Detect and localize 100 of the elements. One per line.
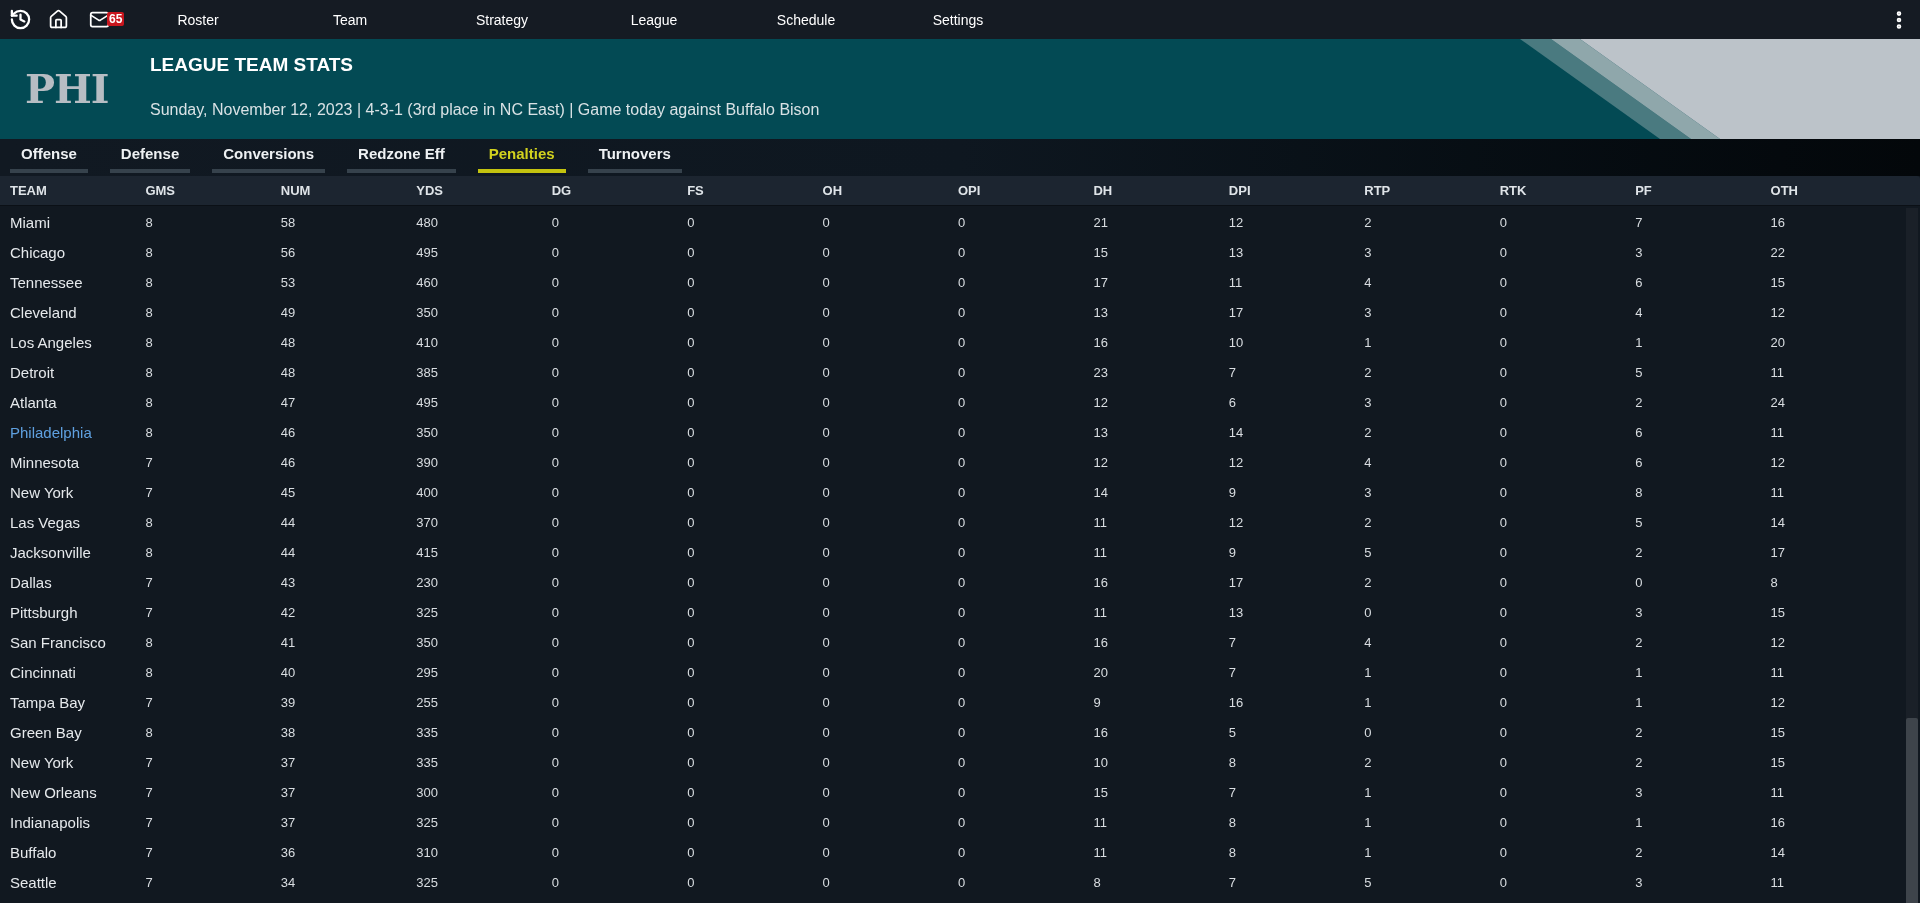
team-name[interactable]: Pittsburgh xyxy=(10,604,78,622)
team-name[interactable]: New Orleans xyxy=(10,784,97,802)
stat-value: 7 xyxy=(145,605,153,621)
column-header[interactable]: OPI xyxy=(958,182,981,199)
stat-value: 0 xyxy=(1499,755,1507,771)
team-name[interactable]: San Francisco xyxy=(10,634,106,652)
nav-link[interactable]: League xyxy=(578,9,730,30)
column-header[interactable]: RTP xyxy=(1364,182,1391,199)
stat-value: 230 xyxy=(416,575,438,591)
stat-value: 11 xyxy=(1770,485,1785,501)
stat-value: 400 xyxy=(416,485,438,501)
stat-value: 7 xyxy=(145,815,153,831)
stat-value: 58 xyxy=(280,215,296,231)
team-name[interactable]: Minnesota xyxy=(10,454,80,472)
stat-value: 0 xyxy=(687,515,695,531)
stat-value: 11 xyxy=(1093,605,1107,621)
stat-value: 0 xyxy=(958,335,966,351)
team-name[interactable]: Chicago xyxy=(10,244,66,262)
home-icon[interactable] xyxy=(48,9,69,30)
stat-value: 49 xyxy=(280,305,296,321)
team-name[interactable]: Buffalo xyxy=(10,844,57,862)
team-name[interactable]: Dallas xyxy=(10,574,52,592)
stat-value: 0 xyxy=(822,305,830,321)
column-header[interactable]: OTH xyxy=(1770,182,1798,199)
team-name[interactable]: Tampa Bay xyxy=(10,694,86,712)
stat-value: 0 xyxy=(958,635,966,651)
stat-value: 45 xyxy=(280,485,296,501)
stat-value: 47 xyxy=(280,395,296,411)
nav-link[interactable]: Roster xyxy=(122,9,274,30)
stat-value: 0 xyxy=(687,455,695,471)
nav-link[interactable]: Strategy xyxy=(426,9,578,30)
stat-value: 0 xyxy=(1499,545,1507,561)
stat-value: 12 xyxy=(1228,515,1244,531)
stat-value: 3 xyxy=(1635,875,1643,891)
team-name[interactable]: Green Bay xyxy=(10,724,82,742)
stat-value: 385 xyxy=(416,365,438,381)
team-name[interactable]: New York xyxy=(10,754,74,772)
team-name[interactable]: Philadelphia xyxy=(10,424,92,442)
stat-value: 2 xyxy=(1635,725,1643,741)
column-header[interactable]: DPI xyxy=(1228,182,1251,199)
nav-link[interactable]: Settings xyxy=(882,9,1034,30)
column-header[interactable]: FS xyxy=(687,182,704,199)
column-header[interactable]: YDS xyxy=(416,182,443,199)
stat-value: 0 xyxy=(1499,665,1507,681)
stat-value: 390 xyxy=(416,455,438,471)
team-name[interactable]: Jacksonville xyxy=(10,544,91,562)
nav-link[interactable]: Schedule xyxy=(730,9,882,30)
team-name[interactable]: Atlanta xyxy=(10,394,57,412)
stat-value: 11 xyxy=(1770,785,1785,801)
stat-value: 3 xyxy=(1364,245,1372,261)
mail-icon[interactable] xyxy=(89,9,110,30)
stat-value: 11 xyxy=(1770,425,1785,441)
stat-value: 0 xyxy=(1499,845,1507,861)
stat-value: 0 xyxy=(687,425,695,441)
column-header[interactable]: DH xyxy=(1093,182,1113,199)
column-header[interactable]: GMS xyxy=(145,182,176,199)
team-name[interactable]: Indianapolis xyxy=(10,814,91,832)
stat-value: 4 xyxy=(1364,635,1372,651)
scrollbar[interactable] xyxy=(1906,208,1918,903)
team-name[interactable]: Las Vegas xyxy=(10,514,81,532)
team-name[interactable]: Seattle xyxy=(10,874,57,892)
stat-value: 13 xyxy=(1093,305,1108,321)
team-name[interactable]: New York xyxy=(10,484,74,502)
stat-value: 0 xyxy=(822,395,830,411)
column-header[interactable]: DG xyxy=(551,182,572,199)
stat-value: 0 xyxy=(822,335,830,351)
stat-value: 460 xyxy=(416,275,438,291)
team-name[interactable]: Detroit xyxy=(10,364,55,382)
stat-value: 8 xyxy=(1228,815,1237,831)
column-header[interactable]: OH xyxy=(822,182,843,199)
stat-value: 0 xyxy=(687,845,695,861)
stat-value: 335 xyxy=(416,755,438,771)
team-name[interactable]: Tennessee xyxy=(10,274,83,292)
stat-value: 310 xyxy=(416,845,438,861)
scrollbar-thumb[interactable] xyxy=(1906,718,1918,903)
column-header[interactable]: NUM xyxy=(280,182,311,199)
column-header[interactable]: RTK xyxy=(1499,182,1527,199)
stat-value: 3 xyxy=(1635,605,1643,621)
column-header[interactable]: PF xyxy=(1635,182,1652,199)
stat-value: 56 xyxy=(280,245,296,261)
history-icon[interactable] xyxy=(9,8,32,31)
stat-value: 0 xyxy=(822,515,830,531)
stat-value: 0 xyxy=(551,245,559,261)
team-name[interactable]: Miami xyxy=(10,214,50,232)
stat-value: 2 xyxy=(1364,575,1372,591)
nav-link[interactable]: Team xyxy=(274,9,426,30)
team-name[interactable]: Cincinnati xyxy=(10,664,76,682)
stat-value: 38 xyxy=(280,725,296,741)
stat-value: 1 xyxy=(1364,695,1372,711)
stat-value: 495 xyxy=(416,245,438,261)
stat-value: 20 xyxy=(1093,665,1108,681)
team-name[interactable]: Cleveland xyxy=(10,304,77,322)
stat-value: 17 xyxy=(1093,275,1108,291)
column-header[interactable]: TEAM xyxy=(10,182,47,199)
stat-value: 0 xyxy=(551,605,559,621)
team-name[interactable]: Los Angeles xyxy=(10,334,92,352)
stat-value: 0 xyxy=(1635,575,1643,591)
stat-value: 8 xyxy=(145,515,153,531)
stat-value: 0 xyxy=(1499,605,1507,621)
stat-value: 0 xyxy=(958,515,966,531)
